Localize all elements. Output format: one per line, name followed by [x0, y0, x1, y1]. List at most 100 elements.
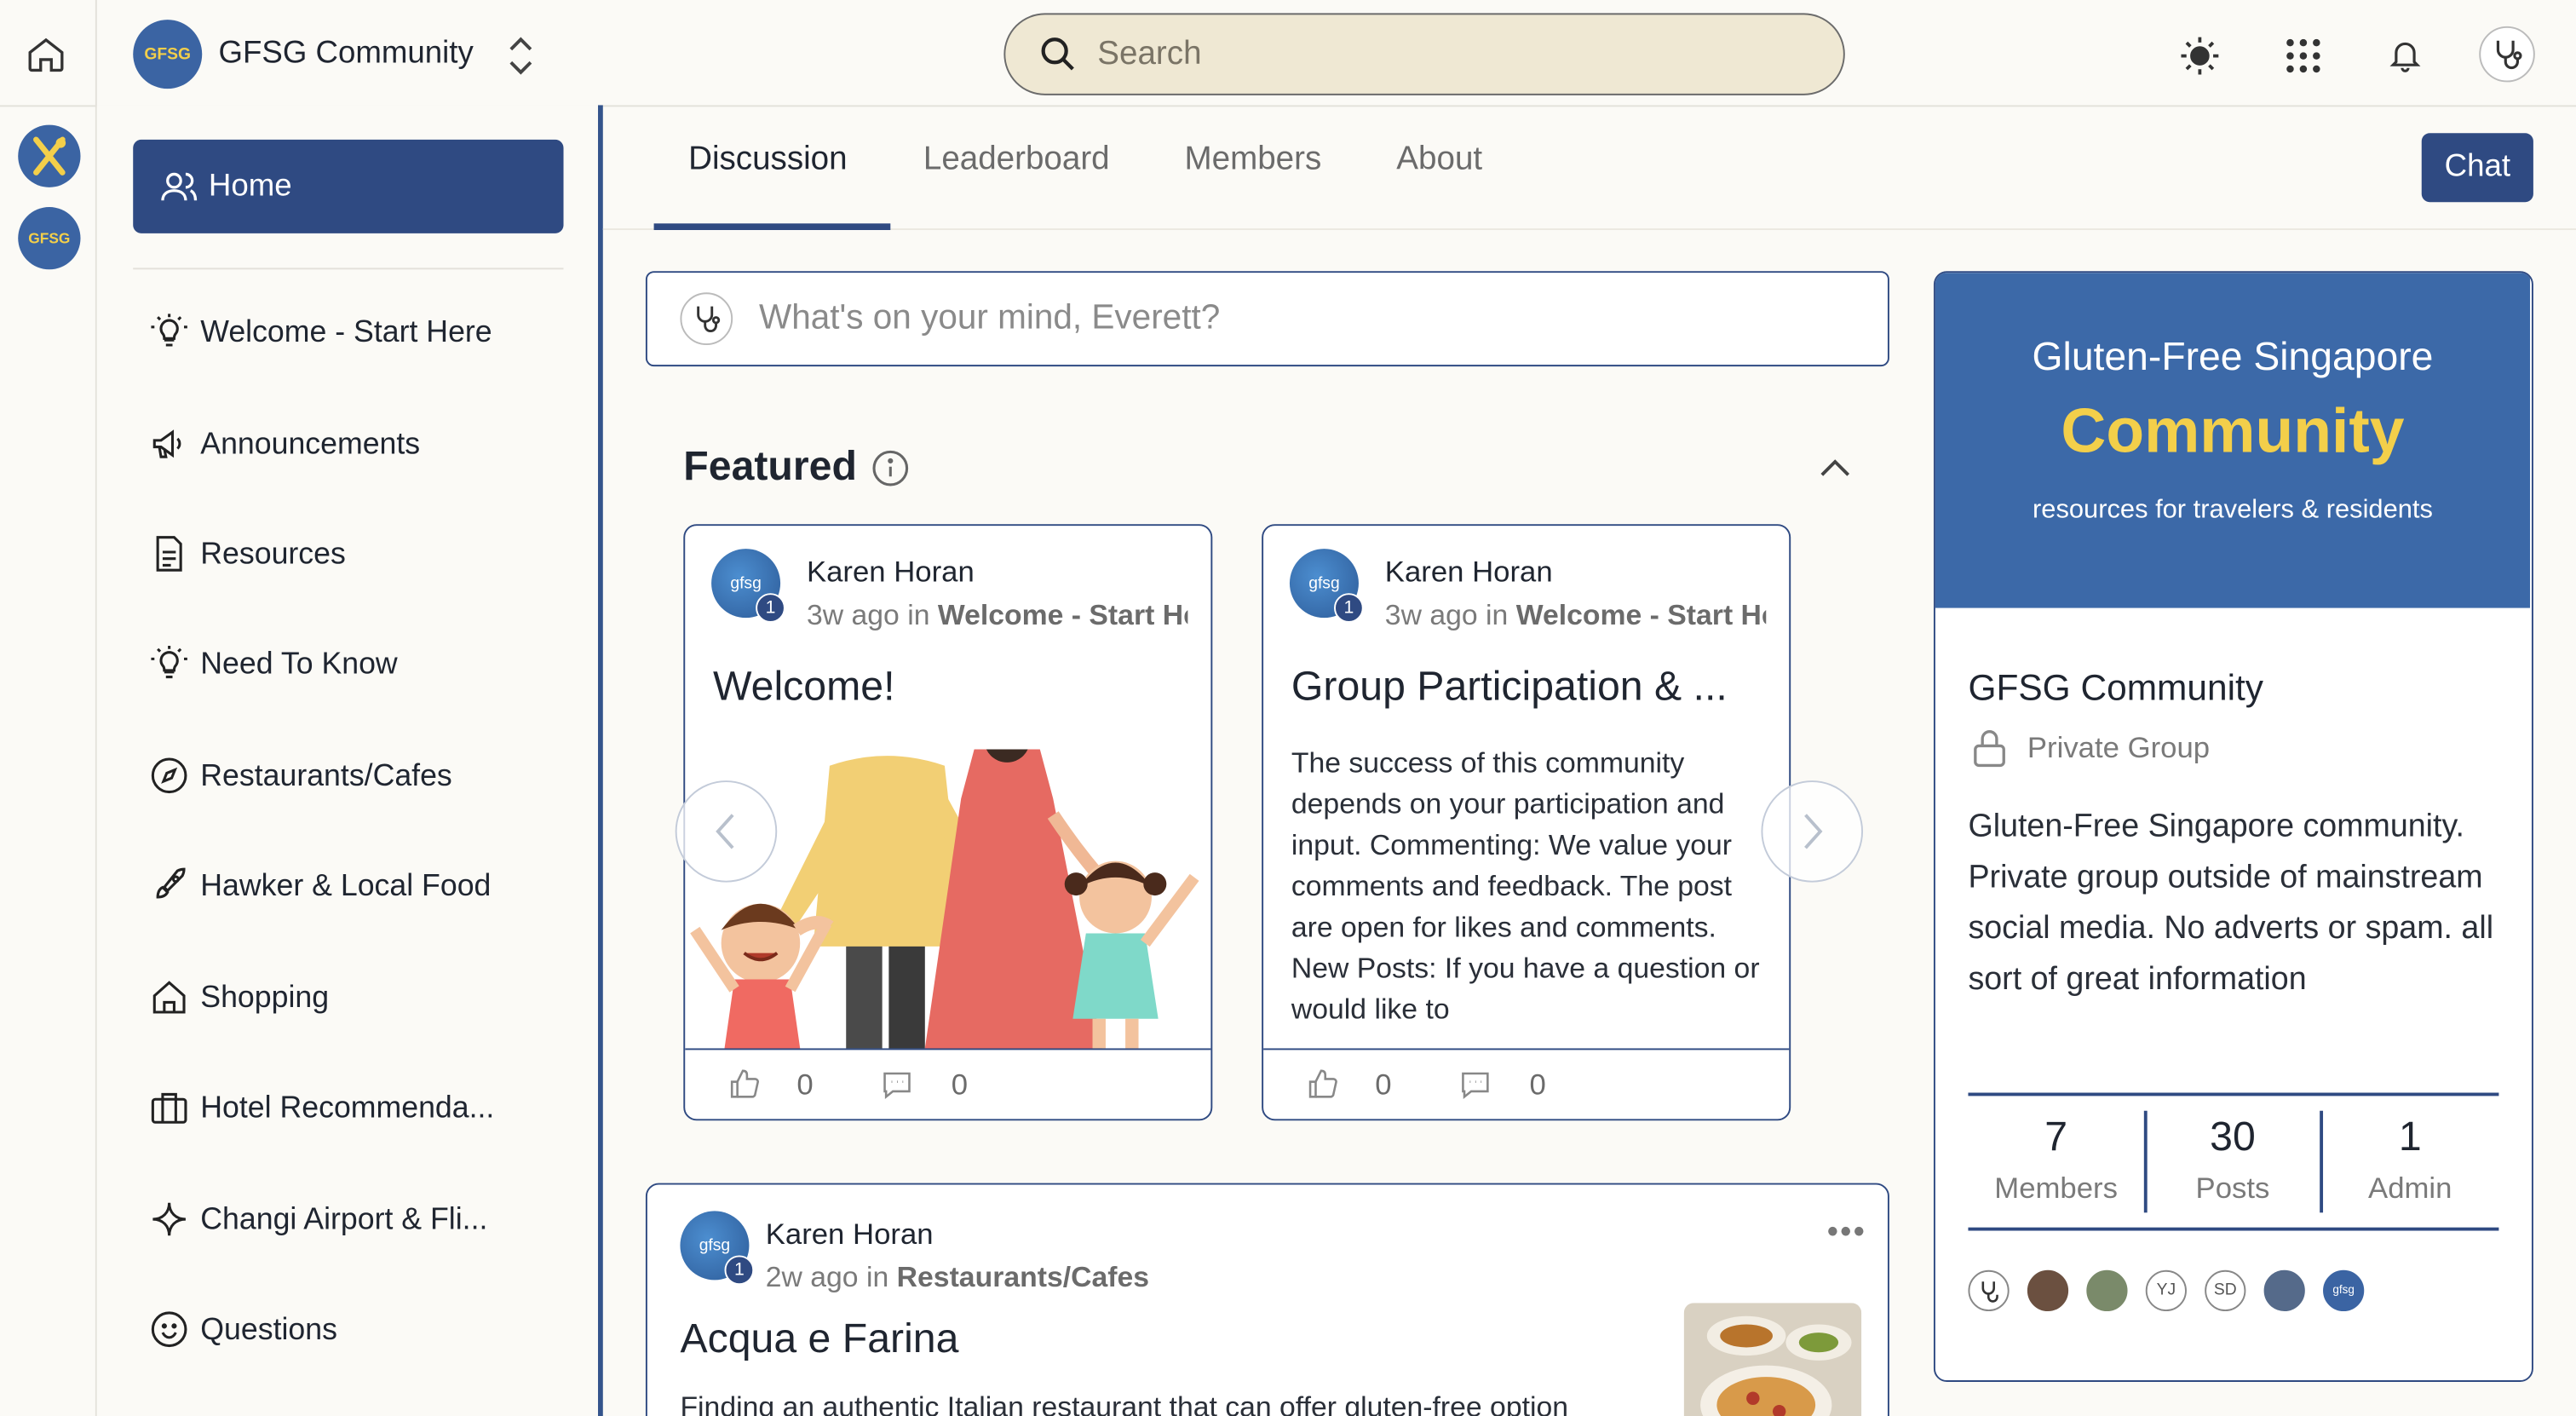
- bell-icon[interactable]: [2382, 33, 2428, 79]
- home-icon[interactable]: [21, 30, 71, 79]
- featured-post-card[interactable]: gfsg 1 Karen Horan 3w ago in Welcome - S…: [1262, 524, 1791, 1121]
- thumbs-up-icon[interactable]: [727, 1068, 761, 1102]
- post-meta: 3w ago in Welcome - Start Here: [807, 598, 1187, 633]
- gluten-free-app-icon[interactable]: [18, 124, 81, 187]
- stat-value: 30: [2210, 1114, 2256, 1160]
- sidebar-item-label: Hawker & Local Food: [200, 867, 492, 902]
- composer-placeholder: What's on your mind, Everett?: [759, 299, 1221, 337]
- post-author[interactable]: Karen Horan: [807, 555, 975, 590]
- member-avatar[interactable]: SD: [2205, 1269, 2246, 1312]
- member-avatar[interactable]: YJ: [2145, 1269, 2187, 1312]
- author-avatar[interactable]: gfsg 1: [680, 1211, 755, 1286]
- banner-line2: Community: [2061, 397, 2405, 467]
- comment-icon[interactable]: [879, 1068, 915, 1102]
- sidebar-item-hotels[interactable]: Hotel Recommenda...: [150, 1074, 564, 1140]
- member-initials: gfsg: [2332, 1285, 2355, 1297]
- sidebar-item-label: Announcements: [200, 425, 421, 461]
- sun-icon[interactable]: [2176, 33, 2222, 79]
- stat-members[interactable]: 7 Members: [1968, 1114, 2143, 1206]
- post-footer: 0 0: [1263, 1048, 1790, 1119]
- member-avatar[interactable]: gfsg: [2323, 1269, 2365, 1312]
- search-bar[interactable]: [1003, 13, 1845, 95]
- stethoscope-avatar-icon: [680, 292, 733, 346]
- people-icon: [159, 167, 198, 206]
- post-footer: 0 0: [685, 1048, 1211, 1119]
- thumbs-up-icon[interactable]: [1306, 1068, 1339, 1102]
- tab-discussion[interactable]: Discussion: [688, 141, 848, 179]
- member-initials: SD: [2213, 1281, 2237, 1300]
- author-avatar[interactable]: gfsg 1: [711, 549, 785, 623]
- member-avatar[interactable]: [1968, 1269, 2010, 1312]
- post-title[interactable]: Group Participation & ...: [1291, 664, 1728, 711]
- member-avatars: YJ SD gfsg: [1968, 1269, 2365, 1312]
- member-avatar[interactable]: [2086, 1269, 2128, 1312]
- sidebar-item-questions[interactable]: Questions: [150, 1297, 564, 1362]
- chat-button[interactable]: Chat: [2421, 133, 2533, 203]
- level-badge: 1: [1334, 593, 1364, 623]
- post-space-link[interactable]: Welcome - Start Here: [938, 598, 1188, 631]
- post-in-word: in: [865, 1260, 889, 1293]
- sidebar-item-shopping[interactable]: Shopping: [150, 964, 564, 1030]
- like-count: 0: [1375, 1067, 1392, 1101]
- sidebar-item-resources[interactable]: Resources: [150, 521, 564, 586]
- house-icon: [152, 981, 186, 1014]
- collapse-chevron-up-icon[interactable]: [1814, 449, 1856, 488]
- more-options-icon[interactable]: •••: [1827, 1214, 1866, 1252]
- stethoscope-avatar-icon[interactable]: [2479, 26, 2535, 83]
- level-badge: 1: [756, 593, 785, 623]
- lightbulb-icon: [151, 314, 187, 347]
- tabs-divider: [602, 228, 2576, 231]
- post-author[interactable]: Karen Horan: [1385, 555, 1553, 590]
- post-thumbnail-food-image[interactable]: [1683, 1303, 1862, 1416]
- sidebar-item-welcome[interactable]: Welcome - Start Here: [150, 299, 564, 365]
- stat-label: Posts: [2195, 1171, 2270, 1205]
- carousel-prev-button[interactable]: [675, 780, 778, 883]
- megaphone-icon: [152, 429, 181, 458]
- carousel-next-button[interactable]: [1761, 780, 1864, 883]
- post-space-link[interactable]: Restaurants/Cafes: [897, 1260, 1149, 1293]
- community-banner: Gluten-Free Singapore Community resource…: [1935, 273, 2531, 608]
- post-space-link[interactable]: Welcome - Start Here: [1516, 598, 1767, 631]
- search-input[interactable]: [1094, 33, 1758, 75]
- author-avatar[interactable]: gfsg 1: [1289, 549, 1364, 623]
- sidebar-separator: [133, 268, 564, 270]
- community-logo-text: GFSG: [28, 230, 71, 247]
- tab-about[interactable]: About: [1396, 141, 1482, 179]
- sidebar-item-restaurants[interactable]: Restaurants/Cafes: [150, 743, 564, 809]
- community-switch-icon[interactable]: GFSG: [18, 207, 81, 270]
- post-time: 3w ago: [806, 598, 900, 631]
- chevron-right-icon: [1804, 814, 1823, 849]
- stats-top-border: [1968, 1092, 2499, 1096]
- stat-posts[interactable]: 30 Posts: [2146, 1114, 2320, 1206]
- post-excerpt: The success of this community depends on…: [1291, 745, 1760, 1019]
- member-avatar[interactable]: [2027, 1269, 2069, 1312]
- about-community-name: GFSG Community: [1968, 667, 2264, 709]
- tab-members[interactable]: Members: [1185, 141, 1322, 179]
- community-switcher-chevron-icon[interactable]: [499, 33, 542, 79]
- smiley-icon: [151, 1311, 187, 1348]
- apps-grid-icon[interactable]: [2280, 33, 2326, 79]
- sidebar-item-label: Restaurants/Cafes: [200, 757, 452, 792]
- stat-admin[interactable]: 1 Admin: [2321, 1114, 2498, 1206]
- search-icon: [1038, 35, 1078, 74]
- sidebar-item-home[interactable]: Home: [133, 139, 564, 233]
- post-title[interactable]: Acqua e Farina: [680, 1316, 958, 1364]
- post-author[interactable]: Karen Horan: [766, 1217, 934, 1252]
- sidebar-item-need-to-know[interactable]: Need To Know: [150, 631, 564, 697]
- avatar-text: gfsg: [699, 1236, 731, 1255]
- community-logo-text: GFSG: [144, 45, 192, 64]
- info-icon[interactable]: [869, 447, 911, 490]
- post-composer[interactable]: What's on your mind, Everett?: [645, 271, 1889, 367]
- sidebar-item-announcements[interactable]: Announcements: [150, 411, 564, 476]
- banner-line3: resources for travelers & residents: [2033, 496, 2433, 525]
- feed-post-card[interactable]: gfsg 1 Karen Horan 2w ago in Restaurants…: [645, 1183, 1889, 1416]
- tab-leaderboard[interactable]: Leaderboard: [923, 141, 1110, 179]
- sidebar-item-label: Hotel Recommenda...: [200, 1089, 495, 1125]
- post-title[interactable]: Welcome!: [713, 664, 894, 711]
- member-avatar[interactable]: [2263, 1269, 2305, 1312]
- community-name[interactable]: GFSG Community: [219, 36, 474, 72]
- sidebar-divider: [598, 105, 603, 1416]
- comment-icon[interactable]: [1458, 1068, 1493, 1102]
- sidebar-item-hawker[interactable]: Hawker & Local Food: [150, 853, 564, 918]
- sidebar-item-changi[interactable]: Changi Airport & Fli...: [150, 1186, 564, 1252]
